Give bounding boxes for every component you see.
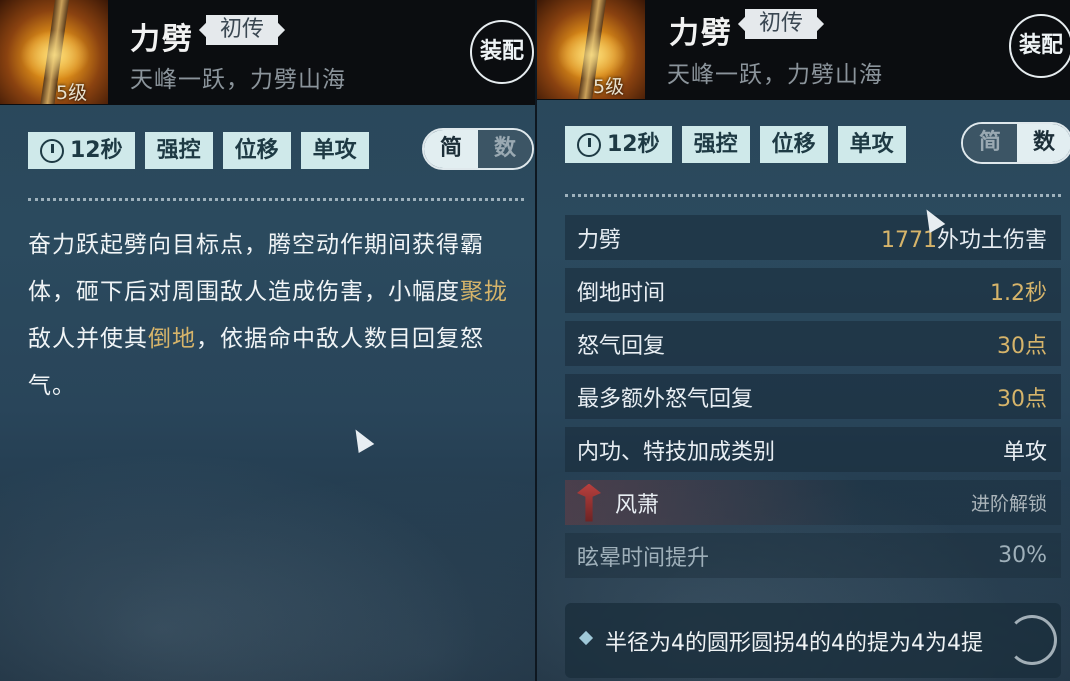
skill-title: 力劈 xyxy=(130,22,194,57)
toggle-simple[interactable]: 简 xyxy=(963,124,1017,162)
skill-title: 力劈 xyxy=(669,16,733,51)
diamond-bullet-icon xyxy=(578,630,594,646)
stat-label: 力劈 xyxy=(577,227,622,253)
school-name: 风萧 xyxy=(615,492,660,518)
skill-subtitle: 天峰一跃，力劈山海 xyxy=(667,62,883,88)
tag-displacement: 位移 xyxy=(759,126,828,163)
school-bonus-header: 风萧 进阶解锁 xyxy=(565,480,1061,525)
stat-value: 30点 xyxy=(997,333,1047,359)
stat-row-knockdown-time: 倒地时间 1.2秒 xyxy=(565,268,1061,313)
equip-button[interactable]: 装配 xyxy=(470,20,534,84)
stat-row-extra-rage: 最多额外怒气回复 30点 xyxy=(565,374,1061,419)
toggle-numbers[interactable]: 数 xyxy=(478,130,532,168)
cooldown-value: 12秒 xyxy=(70,138,123,163)
rank-badge: 初传 xyxy=(206,15,279,45)
toggle-simple[interactable]: 简 xyxy=(424,130,478,168)
skill-icon xyxy=(537,0,645,99)
stat-label: 眩晕时间提升 xyxy=(577,545,710,571)
cooldown-tag: 12秒 xyxy=(565,126,672,163)
keyword-knockdown[interactable]: 倒地 xyxy=(148,326,196,352)
skill-header: 5级 力劈 初传 天峰一跃，力劈山海 装配 xyxy=(537,0,1070,100)
stat-row-stun-time: 眩晕时间提升 30% xyxy=(565,533,1061,578)
stat-value: 1.2秒 xyxy=(990,280,1047,306)
skill-header: 5级 力劈 初传 天峰一跃，力劈山海 装配 xyxy=(0,0,537,105)
effect-detail-text: 半径为4的圆形圆拐4的4的提为4为4提 xyxy=(605,631,983,656)
tag-displacement: 位移 xyxy=(222,132,291,169)
stat-row-bonus-category: 内功、特技加成类别 单攻 xyxy=(565,427,1061,472)
stat-row-damage: 力劈 1771外功土伤害 xyxy=(565,215,1061,260)
dotted-divider xyxy=(565,194,1061,197)
description-text: 敌人并使其 xyxy=(28,326,148,352)
stat-label: 怒气回复 xyxy=(577,333,666,359)
skill-description: 奋力跃起劈向目标点，腾空动作期间获得霸体，砸下后对周围敌人造成伤害，小幅度聚拢敌… xyxy=(28,222,518,410)
skill-level: 5级 xyxy=(56,82,88,104)
stats-list: 力劈 1771外功土伤害 倒地时间 1.2秒 怒气回复 30点 最多额外怒气回复… xyxy=(565,215,1061,586)
skill-icon xyxy=(0,0,108,104)
background-mist xyxy=(0,421,537,681)
effect-detail-box: 半径为4的圆形圆拐4的4的提为4为4提 xyxy=(565,603,1061,678)
clock-icon xyxy=(40,138,64,163)
skill-panel-numbers: 5级 力劈 初传 天峰一跃，力劈山海 装配 12秒 强控 位移 单攻 简 数 力… xyxy=(537,0,1070,681)
skill-subtitle: 天峰一跃，力劈山海 xyxy=(130,67,346,93)
view-mode-toggle[interactable]: 简 数 xyxy=(961,122,1070,164)
keyword-gather[interactable]: 聚拢 xyxy=(460,279,508,305)
tag-control: 强控 xyxy=(144,132,213,169)
tag-control: 强控 xyxy=(681,126,750,163)
skill-level: 5级 xyxy=(593,76,625,98)
sword-icon xyxy=(577,483,601,522)
loading-ring-icon xyxy=(1007,615,1057,665)
toggle-numbers[interactable]: 数 xyxy=(1017,124,1070,162)
view-mode-toggle[interactable]: 简 数 xyxy=(422,128,534,170)
stat-value: 单攻 xyxy=(1002,439,1047,465)
clock-icon xyxy=(577,132,601,157)
dotted-divider xyxy=(28,198,524,201)
unlock-hint: 进阶解锁 xyxy=(970,493,1047,515)
cooldown-value: 12秒 xyxy=(607,132,660,157)
stat-value: 30% xyxy=(998,543,1047,568)
tag-single-target: 单攻 xyxy=(837,126,906,163)
skill-tags: 12秒 强控 位移 单攻 xyxy=(565,126,906,163)
stat-value: 1771外功土伤害 xyxy=(880,227,1047,253)
stat-label: 内功、特技加成类别 xyxy=(577,439,776,465)
skill-tags: 12秒 强控 位移 单攻 xyxy=(28,132,369,169)
stat-value: 30点 xyxy=(997,386,1047,412)
rank-badge: 初传 xyxy=(745,9,818,39)
school-label-group: 风萧 xyxy=(577,483,660,522)
stat-row-rage-recovery: 怒气回复 30点 xyxy=(565,321,1061,366)
equip-button[interactable]: 装配 xyxy=(1009,14,1070,78)
skill-panel-simple: 5级 力劈 初传 天峰一跃，力劈山海 装配 12秒 强控 位移 单攻 简 数 奋… xyxy=(0,0,537,681)
cooldown-tag: 12秒 xyxy=(28,132,135,169)
description-text: 奋力跃起劈向目标点，腾空动作期间获得霸体，砸下后对周围敌人造成伤害，小幅度 xyxy=(28,232,484,305)
stat-label: 倒地时间 xyxy=(577,280,666,306)
tag-single-target: 单攻 xyxy=(300,132,369,169)
stat-label: 最多额外怒气回复 xyxy=(577,386,754,412)
